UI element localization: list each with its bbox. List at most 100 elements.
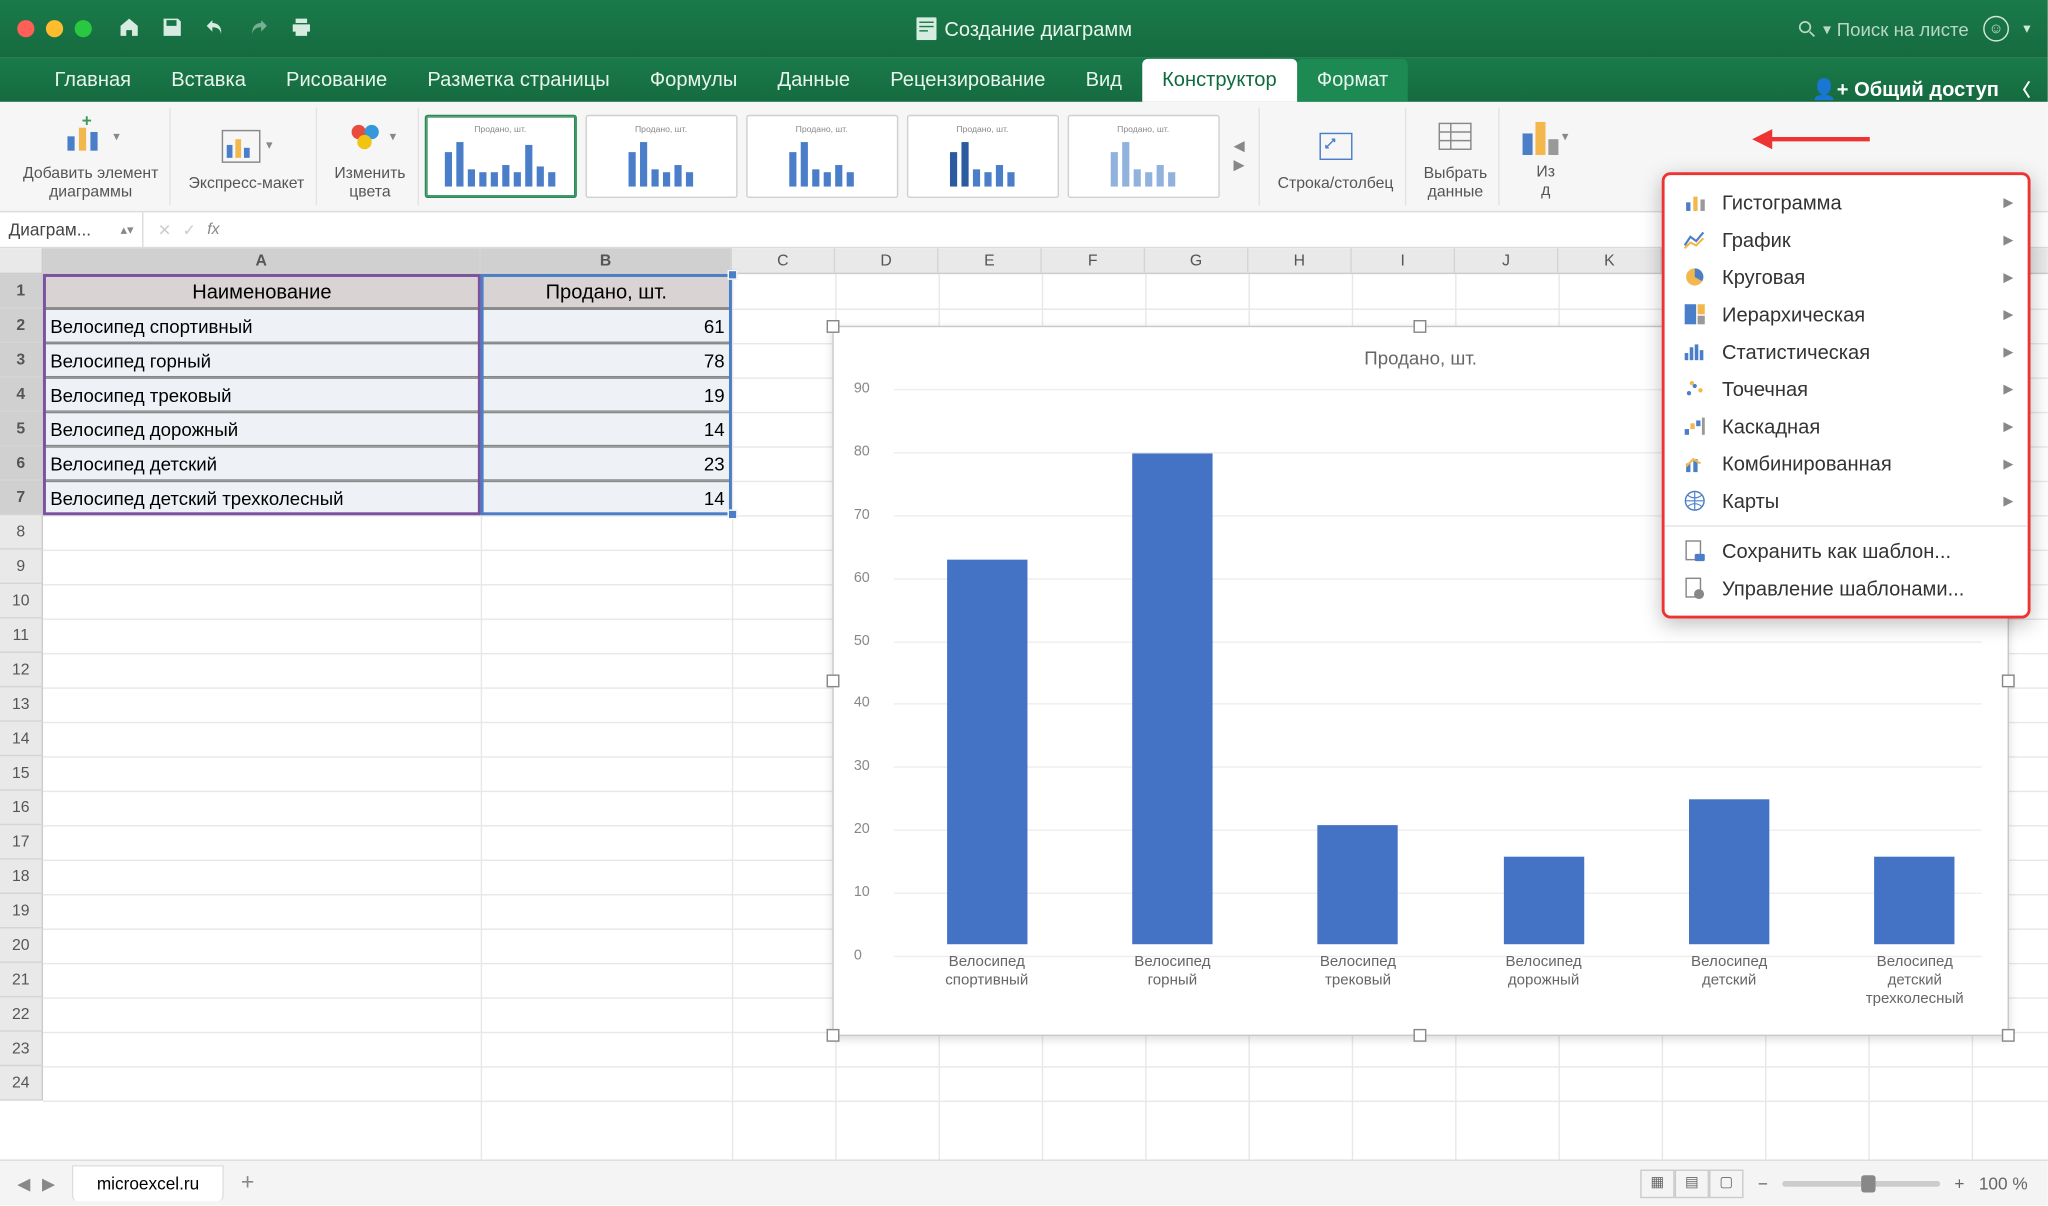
row-header-22[interactable]: 22 — [0, 997, 43, 1031]
row-header-7[interactable]: 7 — [0, 481, 43, 515]
cell-B2[interactable]: 61 — [481, 309, 732, 343]
tab-draw[interactable]: Рисование — [266, 59, 407, 102]
share-button[interactable]: 👤+ Общий доступ — [1812, 77, 1999, 101]
zoom-out-button[interactable]: − — [1758, 1173, 1768, 1193]
gallery-scroll[interactable]: ◀▶ — [1228, 139, 1251, 173]
column-header-I[interactable]: I — [1352, 248, 1455, 272]
row-header-18[interactable]: 18 — [0, 860, 43, 894]
cell-A2[interactable]: Велосипед спортивный — [43, 309, 481, 343]
chart-bar-2[interactable] — [1318, 825, 1398, 945]
name-box[interactable]: Диаграм...▴▾ — [0, 212, 144, 246]
select-data-button[interactable]: Выбрать данные — [1412, 108, 1500, 206]
tab-insert[interactable]: Вставка — [151, 59, 266, 102]
menu-scatter[interactable]: Точечная — [1665, 370, 2028, 407]
chart-style-3[interactable]: Продано, шт. — [746, 115, 898, 198]
minimize-window[interactable] — [46, 20, 63, 37]
menu-waterfall[interactable]: Каскадная — [1665, 408, 2028, 445]
normal-view-icon[interactable]: ▦ — [1640, 1169, 1674, 1198]
tab-design[interactable]: Конструктор — [1142, 59, 1297, 102]
cell-B1[interactable]: Продано, шт. — [481, 274, 732, 308]
change-colors-button[interactable]: ▾ Изменить цвета — [323, 108, 419, 206]
save-icon[interactable] — [161, 15, 184, 42]
column-header-C[interactable]: C — [732, 248, 835, 272]
change-chart-type-button[interactable]: ▾ Изд — [1506, 108, 1586, 206]
cell-B5[interactable]: 14 — [481, 412, 732, 446]
close-window[interactable] — [17, 20, 34, 37]
menu-save-template[interactable]: Сохранить как шаблон... — [1665, 532, 2028, 569]
menu-line-chart[interactable]: График — [1665, 221, 2028, 258]
chart-bar-1[interactable] — [1132, 453, 1212, 944]
cell-B3[interactable]: 78 — [481, 343, 732, 377]
row-header-9[interactable]: 9 — [0, 550, 43, 584]
row-header-3[interactable]: 3 — [0, 343, 43, 377]
menu-bar-chart[interactable]: Гистограмма — [1665, 184, 2028, 221]
row-header-5[interactable]: 5 — [0, 412, 43, 446]
cell-B4[interactable]: 19 — [481, 377, 732, 411]
cell-B7[interactable]: 14 — [481, 481, 732, 515]
feedback-icon[interactable]: ☺ — [1983, 16, 2009, 42]
chart-styles-gallery[interactable]: Продано, шт. Продано, шт. Продано, шт. П… — [424, 108, 1260, 206]
menu-manage-templates[interactable]: Управление шаблонами... — [1665, 570, 2028, 607]
row-header-23[interactable]: 23 — [0, 1032, 43, 1066]
sheet-nav-prev[interactable]: ◀ — [17, 1173, 30, 1193]
selection-handle[interactable] — [728, 270, 738, 280]
page-break-view-icon[interactable]: ▢ — [1709, 1169, 1743, 1198]
cell-A1[interactable]: Наименование — [43, 274, 481, 308]
chart-bar-4[interactable] — [1689, 799, 1769, 944]
view-mode-buttons[interactable]: ▦ ▤ ▢ — [1640, 1169, 1743, 1198]
sheet-tab[interactable]: microexcel.ru — [72, 1165, 223, 1201]
menu-treemap[interactable]: Иерархическая — [1665, 296, 2028, 333]
add-chart-element-button[interactable]: +▾ Добавить элемент диаграммы — [11, 108, 171, 206]
row-header-20[interactable]: 20 — [0, 928, 43, 962]
column-header-E[interactable]: E — [938, 248, 1041, 272]
row-header-14[interactable]: 14 — [0, 722, 43, 756]
add-sheet-button[interactable]: + — [224, 1170, 272, 1196]
column-header-G[interactable]: G — [1145, 248, 1248, 272]
column-header-J[interactable]: J — [1455, 248, 1558, 272]
row-header-16[interactable]: 16 — [0, 791, 43, 825]
zoom-slider[interactable] — [1782, 1180, 1940, 1186]
column-header-K[interactable]: K — [1558, 248, 1661, 272]
column-header-A[interactable]: A — [43, 248, 481, 272]
column-header-H[interactable]: H — [1248, 248, 1351, 272]
row-header-4[interactable]: 4 — [0, 377, 43, 411]
collapse-ribbon-icon[interactable]: 〈 — [2013, 77, 2030, 101]
menu-map[interactable]: Карты — [1665, 482, 2028, 519]
column-header-F[interactable]: F — [1042, 248, 1145, 272]
row-header-1[interactable]: 1 — [0, 274, 43, 308]
maximize-window[interactable] — [75, 20, 92, 37]
row-header-13[interactable]: 13 — [0, 687, 43, 721]
row-header-21[interactable]: 21 — [0, 963, 43, 997]
row-header-8[interactable]: 8 — [0, 515, 43, 549]
chart-style-4[interactable]: Продано, шт. — [906, 115, 1058, 198]
cell-A7[interactable]: Велосипед детский трехколесный — [43, 481, 481, 515]
tab-review[interactable]: Рецензирование — [870, 59, 1065, 102]
undo-icon[interactable] — [204, 15, 227, 42]
row-header-10[interactable]: 10 — [0, 584, 43, 618]
cell-A4[interactable]: Велосипед трековый — [43, 377, 481, 411]
tab-page-layout[interactable]: Разметка страницы — [407, 59, 629, 102]
fx-icon[interactable]: fx — [207, 221, 219, 238]
chart-bar-3[interactable] — [1503, 856, 1583, 944]
column-header-D[interactable]: D — [835, 248, 938, 272]
row-header-11[interactable]: 11 — [0, 618, 43, 652]
tab-formulas[interactable]: Формулы — [630, 59, 758, 102]
chart-style-5[interactable]: Продано, шт. — [1067, 115, 1219, 198]
menu-histogram[interactable]: Статистическая — [1665, 333, 2028, 370]
home-icon[interactable] — [118, 15, 141, 42]
cell-A5[interactable]: Велосипед дорожный — [43, 412, 481, 446]
quick-layout-button[interactable]: ▾ Экспресс-макет — [177, 108, 317, 206]
cancel-formula-icon[interactable]: ✕ — [158, 220, 171, 239]
chart-style-2[interactable]: Продано, шт. — [585, 115, 737, 198]
sheet-nav-next[interactable]: ▶ — [42, 1173, 55, 1193]
cell-A3[interactable]: Велосипед горный — [43, 343, 481, 377]
search-input[interactable]: ▾ Поиск на листе — [1799, 18, 1969, 40]
row-header-12[interactable]: 12 — [0, 653, 43, 687]
tab-view[interactable]: Вид — [1065, 59, 1142, 102]
row-header-2[interactable]: 2 — [0, 309, 43, 343]
accept-formula-icon[interactable]: ✓ — [183, 220, 196, 239]
select-all-corner[interactable] — [0, 248, 43, 274]
print-icon[interactable] — [290, 15, 313, 42]
cell-B6[interactable]: 23 — [481, 446, 732, 480]
row-header-15[interactable]: 15 — [0, 756, 43, 790]
